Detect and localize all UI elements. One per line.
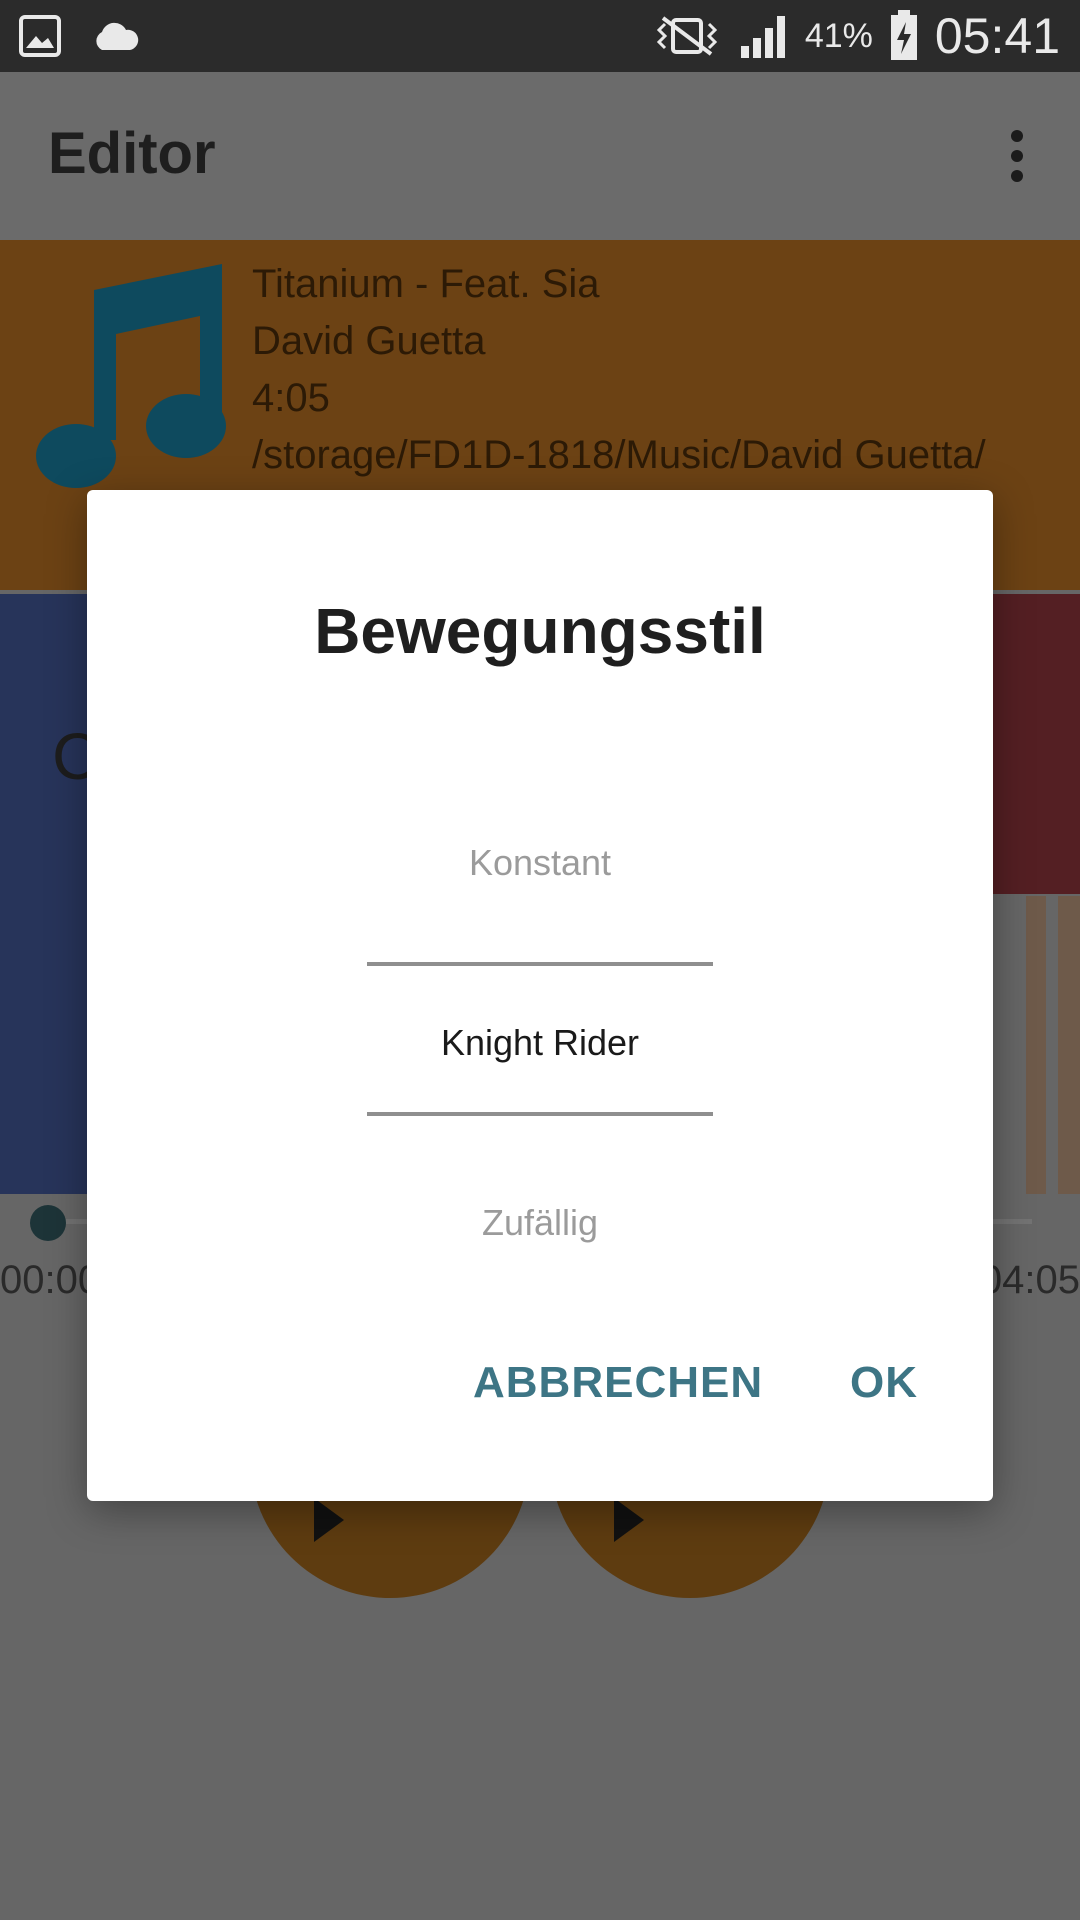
cloud-icon bbox=[96, 22, 139, 50]
color-block-tan[interactable] bbox=[1058, 896, 1080, 1194]
music-note-icon bbox=[36, 264, 226, 488]
color-block-blue[interactable] bbox=[0, 594, 88, 1194]
song-artist: David Guetta bbox=[252, 319, 486, 363]
status-bar: 41% 05:41 bbox=[0, 0, 1080, 72]
picker-option[interactable]: Konstant bbox=[87, 842, 993, 884]
song-path: /storage/FD1D-1818/Music/David Guetta/ bbox=[252, 433, 986, 477]
play-icon bbox=[314, 1498, 344, 1542]
dialog-title: Bewegungsstil bbox=[314, 595, 766, 667]
more-vert-icon[interactable] bbox=[996, 128, 1036, 184]
app-bar: Editor bbox=[0, 72, 1080, 240]
picker-divider bbox=[367, 962, 713, 966]
page-title: Editor bbox=[48, 121, 216, 186]
time-elapsed: 00:00 bbox=[0, 1258, 101, 1302]
song-details: Titanium - Feat. Sia David Guetta 4:05 /… bbox=[252, 256, 986, 484]
cancel-button[interactable]: ABBRECHEN bbox=[473, 1358, 763, 1408]
clock: 05:41 bbox=[934, 8, 1060, 64]
signal-icon bbox=[740, 16, 785, 58]
color-block-tan[interactable] bbox=[1026, 896, 1046, 1194]
picker-divider bbox=[367, 1112, 713, 1116]
song-duration: 4:05 bbox=[252, 376, 330, 420]
song-title: Titanium - Feat. Sia bbox=[252, 262, 600, 306]
ok-button[interactable]: OK bbox=[850, 1358, 918, 1408]
picker-option[interactable]: Zufällig bbox=[87, 1202, 993, 1244]
vibrate-icon bbox=[656, 16, 717, 56]
seek-thumb[interactable] bbox=[30, 1205, 66, 1241]
play-icon bbox=[614, 1498, 644, 1542]
battery-charging-icon bbox=[890, 10, 917, 60]
battery-percent: 41% bbox=[804, 16, 873, 55]
picker-option-selected[interactable]: Knight Rider bbox=[87, 1022, 993, 1064]
gallery-icon bbox=[19, 15, 61, 57]
time-total: 04:05 bbox=[979, 1258, 1080, 1302]
motion-style-dialog: Bewegungsstil Konstant Knight Rider Zufä… bbox=[87, 490, 993, 1501]
color-block-red[interactable] bbox=[992, 594, 1080, 894]
